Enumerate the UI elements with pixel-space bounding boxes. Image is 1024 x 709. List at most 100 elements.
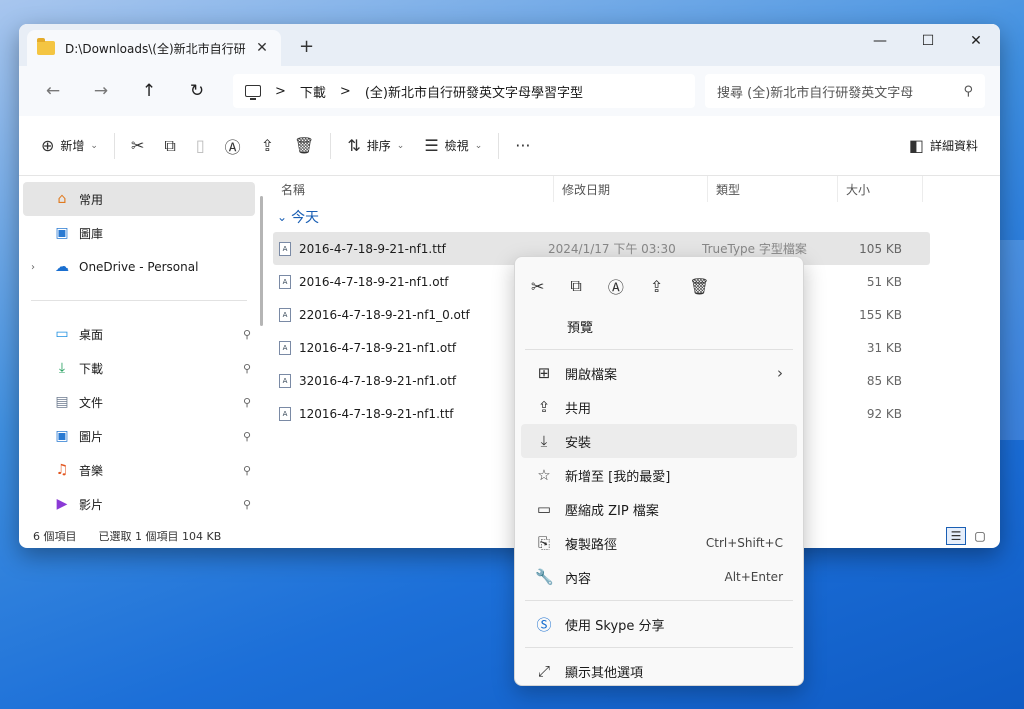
up-button[interactable]: ↑ — [125, 81, 173, 101]
copy-button[interactable]: ⧉ — [154, 128, 185, 164]
cut-icon[interactable]: ✂ — [531, 277, 544, 296]
menu-label: 安裝 — [565, 435, 592, 451]
column-header-type[interactable]: 類型 — [708, 176, 838, 202]
menu-label: 顯示其他選項 — [565, 665, 644, 681]
copy-path-icon: ⎘ — [537, 534, 550, 552]
column-header-size[interactable]: 大小 — [838, 176, 923, 202]
tab-close-icon[interactable]: ✕ — [253, 40, 271, 56]
trash-icon[interactable]: 🗑 — [689, 277, 709, 296]
sidebar-item-label: 下載 — [79, 361, 104, 376]
back-button[interactable]: ← — [29, 81, 77, 101]
this-pc-icon[interactable] — [245, 85, 261, 100]
rename-icon[interactable]: Ⓐ — [608, 274, 624, 298]
file-name: 22016-4-7-18-9-21-nf1_0.otf — [299, 307, 470, 322]
column-header-name[interactable]: 名稱 — [273, 176, 554, 202]
menu-divider — [525, 647, 793, 648]
font-file-icon: A — [279, 406, 291, 421]
document-icon: ▤ — [55, 394, 69, 410]
file-name: 12016-4-7-18-9-21-nf1.otf — [299, 340, 457, 355]
menu-item-more-options[interactable]: ⤢ 顯示其他選項 — [521, 654, 797, 688]
view-button[interactable]: ☰ 檢視 ⌄ — [414, 128, 492, 164]
chevron-down-icon: ⌄ — [277, 210, 288, 224]
breadcrumb-separator[interactable]: > — [275, 84, 286, 99]
sidebar-item-label: 文件 — [79, 395, 104, 410]
refresh-button[interactable]: ↻ — [173, 81, 221, 101]
column-header-date[interactable]: 修改日期 — [554, 176, 708, 202]
file-name: 32016-4-7-18-9-21-nf1.otf — [299, 373, 457, 388]
minimize-button[interactable]: — — [856, 26, 904, 56]
new-button[interactable]: ⊕ 新增 ⌄ — [31, 128, 108, 164]
close-window-button[interactable]: ✕ — [952, 26, 1000, 56]
divider — [113, 132, 115, 159]
forward-button[interactable]: → — [77, 81, 125, 101]
menu-item-properties[interactable]: 🔧 內容 Alt+Enter — [521, 560, 797, 594]
details-view-icon[interactable]: ☰ — [946, 527, 966, 545]
menu-label: 複製路徑 — [565, 537, 618, 553]
menu-item-install[interactable]: ⤓ 安裝 — [521, 424, 797, 458]
sidebar-item-music[interactable]: ♫ 音樂 ⚲ — [19, 453, 259, 487]
menu-item-copy-path[interactable]: ⎘ 複製路徑 Ctrl+Shift+C — [521, 526, 797, 560]
group-header-today[interactable]: ⌄ 今天 — [273, 202, 1000, 232]
cut-button[interactable]: ✂ — [121, 128, 154, 164]
details-pane-button[interactable]: ◧ 詳細資料 — [899, 128, 988, 164]
status-bar: 6 個項目 已選取 1 個項目 104 KB ☰ ▢ — [19, 524, 1000, 548]
tab-downloads-folder[interactable]: D:\Downloads\(全)新北市自行研 ✕ — [27, 30, 281, 66]
copy-icon: ⧉ — [164, 135, 176, 155]
sidebar-item-label: 圖片 — [79, 429, 104, 444]
group-label: 今天 — [291, 210, 320, 226]
main-area: ⌂ 常用 ▣ 圖庫 › ☁ OneDrive - Personal ▭ 桌面 ⚲… — [19, 176, 1000, 524]
paste-button[interactable]: ▯ — [186, 128, 215, 164]
sort-icon: ⇅ — [347, 136, 361, 155]
sidebar-item-downloads[interactable]: ⤓ 下載 ⚲ — [19, 351, 259, 385]
address-bar[interactable]: > 下載 > (全)新北市自行研發英文字母學習字型 — [233, 74, 695, 108]
menu-item-add-favorite[interactable]: ☆ 新增至 [我的最愛] — [521, 458, 797, 492]
copy-icon[interactable]: ⧉ — [570, 276, 581, 296]
sort-label: 排序 — [366, 139, 391, 153]
chevron-down-icon: ⌄ — [90, 140, 98, 151]
delete-button[interactable]: 🗑 — [284, 128, 324, 164]
search-box[interactable]: 搜尋 (全)新北市自行研發英文字母 ⚲ — [705, 74, 985, 108]
sidebar-item-onedrive[interactable]: › ☁ OneDrive - Personal — [19, 250, 259, 284]
selection-info: 已選取 1 個項目 104 KB — [98, 530, 222, 543]
menu-item-compress-zip[interactable]: ▭ 壓縮成 ZIP 檔案 — [521, 492, 797, 526]
tab-title: D:\Downloads\(全)新北市自行研 — [65, 41, 246, 56]
sidebar-item-label: 常用 — [79, 192, 104, 207]
sidebar-item-pictures[interactable]: ▣ 圖片 ⚲ — [19, 419, 259, 453]
sort-button[interactable]: ⇅ 排序 ⌄ — [337, 128, 414, 164]
share-icon[interactable]: ⇪ — [650, 277, 663, 296]
sidebar-item-home[interactable]: ⌂ 常用 — [23, 182, 255, 216]
menu-shortcut: Ctrl+Shift+C — [705, 536, 783, 550]
context-menu: ✂ ⧉ Ⓐ ⇪ 🗑 預覽 ⊞ 開啟檔案 › ⇪ 共用 ⤓ 安裝 ☆ 新增至 [我… — [514, 256, 804, 686]
sidebar-item-label: 影片 — [79, 497, 104, 512]
menu-item-open-with[interactable]: ⊞ 開啟檔案 › — [521, 356, 797, 390]
share-button[interactable]: ⇪ — [251, 128, 284, 164]
font-file-icon: A — [279, 241, 291, 256]
pin-icon: ⚲ — [242, 429, 251, 443]
menu-item-share[interactable]: ⇪ 共用 — [521, 390, 797, 424]
scissors-icon: ✂ — [130, 136, 145, 155]
sidebar-item-documents[interactable]: ▤ 文件 ⚲ — [19, 385, 259, 419]
file-explorer-window: D:\Downloads\(全)新北市自行研 ✕ + — ☐ ✕ ← → ↑ ↻… — [19, 24, 1000, 548]
breadcrumb-separator[interactable]: > — [340, 84, 351, 99]
more-options-button[interactable]: ··· — [505, 128, 540, 164]
details-label: 詳細資料 — [929, 139, 978, 153]
sidebar-item-desktop[interactable]: ▭ 桌面 ⚲ — [19, 317, 259, 351]
maximize-button[interactable]: ☐ — [904, 26, 952, 56]
breadcrumb-current-folder[interactable]: (全)新北市自行研發英文字母學習字型 — [365, 82, 583, 101]
menu-item-preview[interactable]: 預覽 — [521, 309, 797, 343]
new-tab-button[interactable]: + — [299, 36, 314, 57]
cloud-icon: ☁ — [55, 259, 69, 275]
file-size: 31 KB — [866, 340, 902, 355]
breadcrumb-downloads[interactable]: 下載 — [300, 82, 326, 101]
menu-item-skype-share[interactable]: Ⓢ 使用 Skype 分享 — [521, 607, 797, 641]
chevron-right-icon[interactable]: › — [31, 262, 35, 273]
sidebar-item-gallery[interactable]: ▣ 圖庫 — [19, 216, 259, 250]
sidebar-item-videos[interactable]: ▶ 影片 ⚲ — [19, 487, 259, 521]
search-input[interactable]: 搜尋 (全)新北市自行研發英文字母 — [717, 82, 913, 101]
menu-divider — [525, 600, 793, 601]
tiles-view-icon[interactable]: ▢ — [970, 527, 990, 545]
pin-icon: ⚲ — [242, 463, 251, 477]
file-name: 2016-4-7-18-9-21-nf1.otf — [299, 274, 449, 289]
file-size: 105 KB — [859, 241, 902, 256]
rename-button[interactable]: Ⓐ — [215, 128, 251, 164]
